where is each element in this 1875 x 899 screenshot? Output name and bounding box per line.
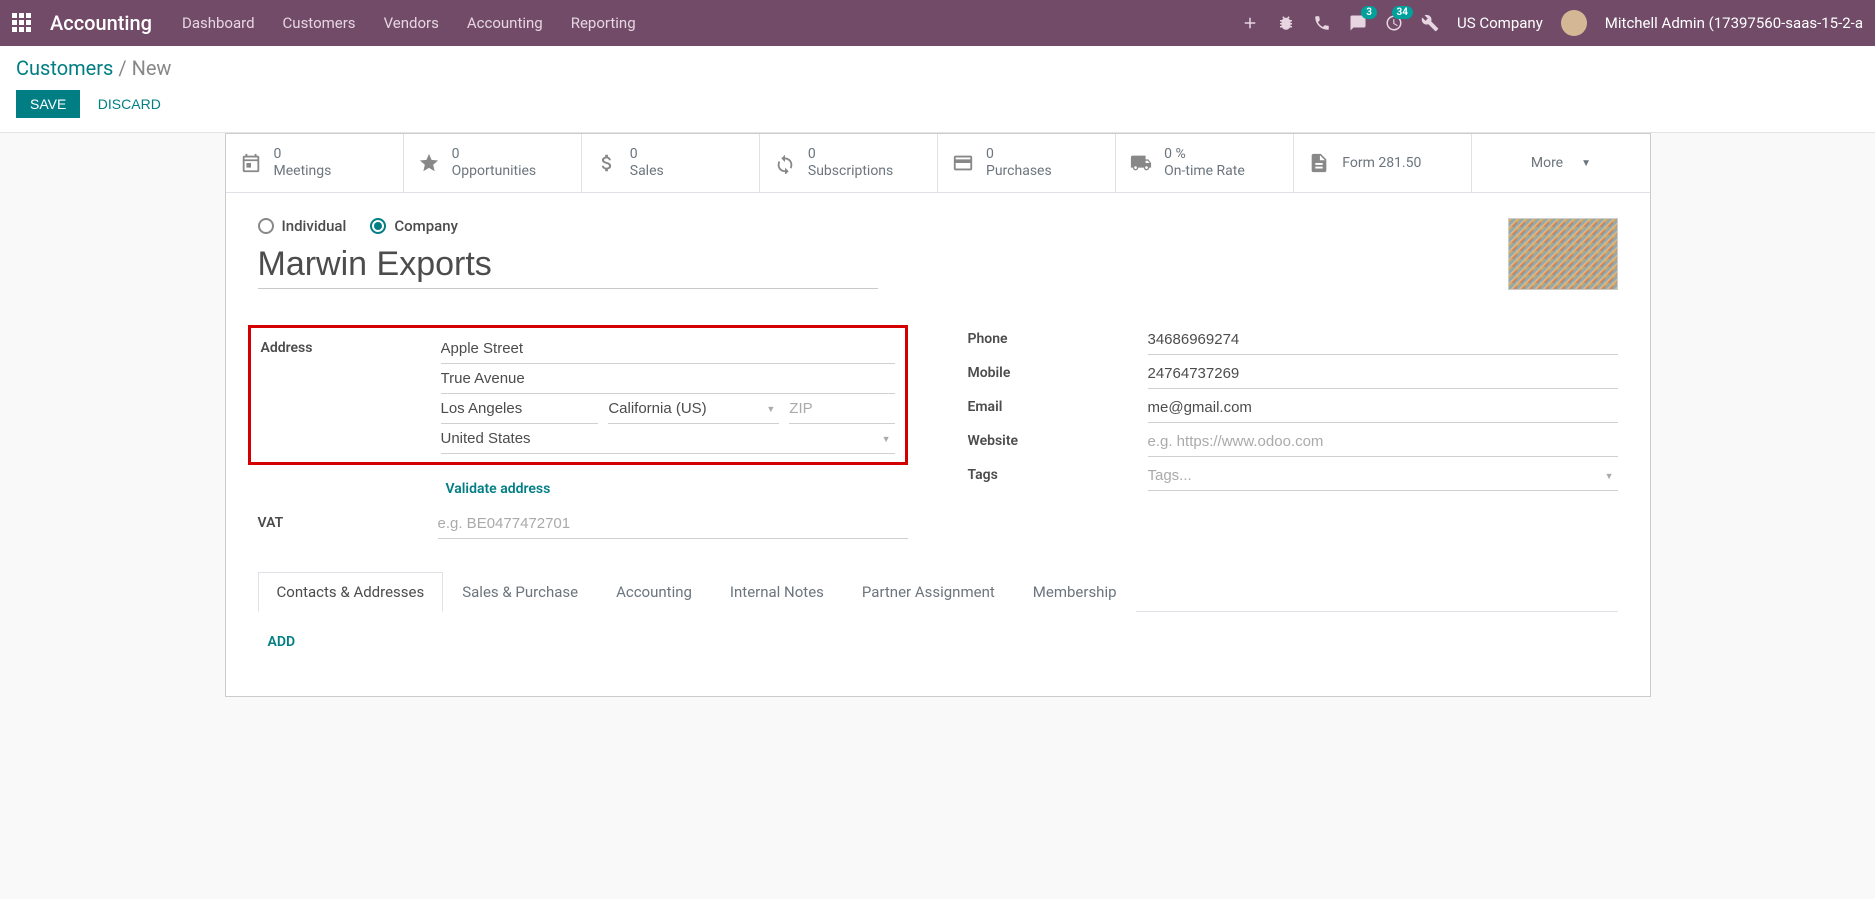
control-panel: Customers / New Save Discard [0,46,1875,133]
activity-icon[interactable]: 34 [1385,14,1403,32]
breadcrumb-sep: / [118,56,131,80]
systray: 3 34 US Company Mitchell Admin (17397560… [1241,10,1863,36]
image-upload[interactable] [1508,218,1618,290]
country-select[interactable] [441,424,895,454]
stat-sales[interactable]: 0Sales [582,134,760,192]
menu-reporting[interactable]: Reporting [571,14,636,32]
stat-opportunities[interactable]: 0Opportunities [404,134,582,192]
refresh-icon [774,152,796,174]
tab-partner-assignment[interactable]: Partner Assignment [843,572,1014,612]
left-column: Address ▼ ▼ [258,325,908,543]
discard-button[interactable]: Discard [84,90,175,118]
label-address: Address [261,334,441,356]
app-brand[interactable]: Accounting [50,11,152,35]
menu-customers[interactable]: Customers [283,14,356,32]
stat-ontime[interactable]: 0 %On-time Rate [1116,134,1294,192]
tab-sales-purchase[interactable]: Sales & Purchase [443,572,597,612]
plus-icon[interactable] [1241,14,1259,32]
truck-icon [1130,152,1152,174]
menu-accounting[interactable]: Accounting [467,14,543,32]
stat-purchases[interactable]: 0Purchases [938,134,1116,192]
tools-icon[interactable] [1421,14,1439,32]
right-column: Phone Mobile Email Website [968,325,1618,543]
apps-icon[interactable] [12,13,32,33]
dollar-icon [596,152,618,174]
city-input[interactable] [441,394,599,424]
sheet-body: Individual Company Address [226,193,1650,696]
street-input[interactable] [441,334,895,364]
label-website: Website [968,427,1148,449]
card-icon [952,152,974,174]
menu-vendors[interactable]: Vendors [384,14,439,32]
stat-more[interactable]: More▼ [1472,134,1649,192]
chevron-down-icon: ▼ [1581,158,1591,169]
form-sheet: 0Meetings 0Opportunities 0Sales 0Subscri… [225,133,1651,697]
calendar-icon [240,152,262,174]
state-select[interactable] [608,394,779,424]
company-type-radio: Individual Company [258,217,1618,235]
messaging-icon[interactable]: 3 [1349,14,1367,32]
label-phone: Phone [968,325,1148,347]
tab-accounting[interactable]: Accounting [597,572,711,612]
phone-input[interactable] [1148,325,1618,355]
label-tags: Tags [968,461,1148,483]
star-icon [418,152,440,174]
tab-content: Add [258,612,1618,672]
breadcrumb: Customers / New [16,56,1859,80]
label-email: Email [968,393,1148,415]
name-input[interactable] [258,241,878,289]
activity-badge: 34 [1392,6,1413,19]
stat-buttons: 0Meetings 0Opportunities 0Sales 0Subscri… [226,134,1650,193]
main-menu: Dashboard Customers Vendors Accounting R… [182,14,636,32]
radio-company[interactable]: Company [370,217,458,235]
messaging-badge: 3 [1361,6,1377,19]
bug-icon[interactable] [1277,14,1295,32]
avatar[interactable] [1561,10,1587,36]
radio-individual[interactable]: Individual [258,217,347,235]
email-input[interactable] [1148,393,1618,423]
add-contact-button[interactable]: Add [268,634,296,650]
validate-address-button[interactable]: Validate address [438,473,551,509]
tags-input[interactable] [1148,461,1618,491]
mobile-input[interactable] [1148,359,1618,389]
form-tabs: Contacts & Addresses Sales & Purchase Ac… [258,571,1618,612]
website-input[interactable] [1148,427,1618,457]
save-button[interactable]: Save [16,90,80,118]
phone-icon[interactable] [1313,14,1331,32]
street2-input[interactable] [441,364,895,394]
stat-form281[interactable]: Form 281.50 [1294,134,1472,192]
top-navbar: Accounting Dashboard Customers Vendors A… [0,0,1875,46]
breadcrumb-parent[interactable]: Customers [16,56,113,80]
company-selector[interactable]: US Company [1457,14,1543,32]
user-menu[interactable]: Mitchell Admin (17397560-saas-15-2-a [1605,14,1863,32]
tab-contacts[interactable]: Contacts & Addresses [258,572,444,612]
zip-input[interactable] [789,394,894,424]
stat-subscriptions[interactable]: 0Subscriptions [760,134,938,192]
menu-dashboard[interactable]: Dashboard [182,14,255,32]
label-vat: VAT [258,509,438,531]
tab-internal-notes[interactable]: Internal Notes [711,572,843,612]
label-mobile: Mobile [968,359,1148,381]
file-icon [1308,152,1330,174]
form-area: 0Meetings 0Opportunities 0Sales 0Subscri… [0,133,1875,737]
stat-meetings[interactable]: 0Meetings [226,134,404,192]
vat-input[interactable] [438,509,908,539]
breadcrumb-current: New [132,56,172,80]
tab-membership[interactable]: Membership [1014,572,1136,612]
address-block-highlight: Address ▼ ▼ [248,325,908,465]
